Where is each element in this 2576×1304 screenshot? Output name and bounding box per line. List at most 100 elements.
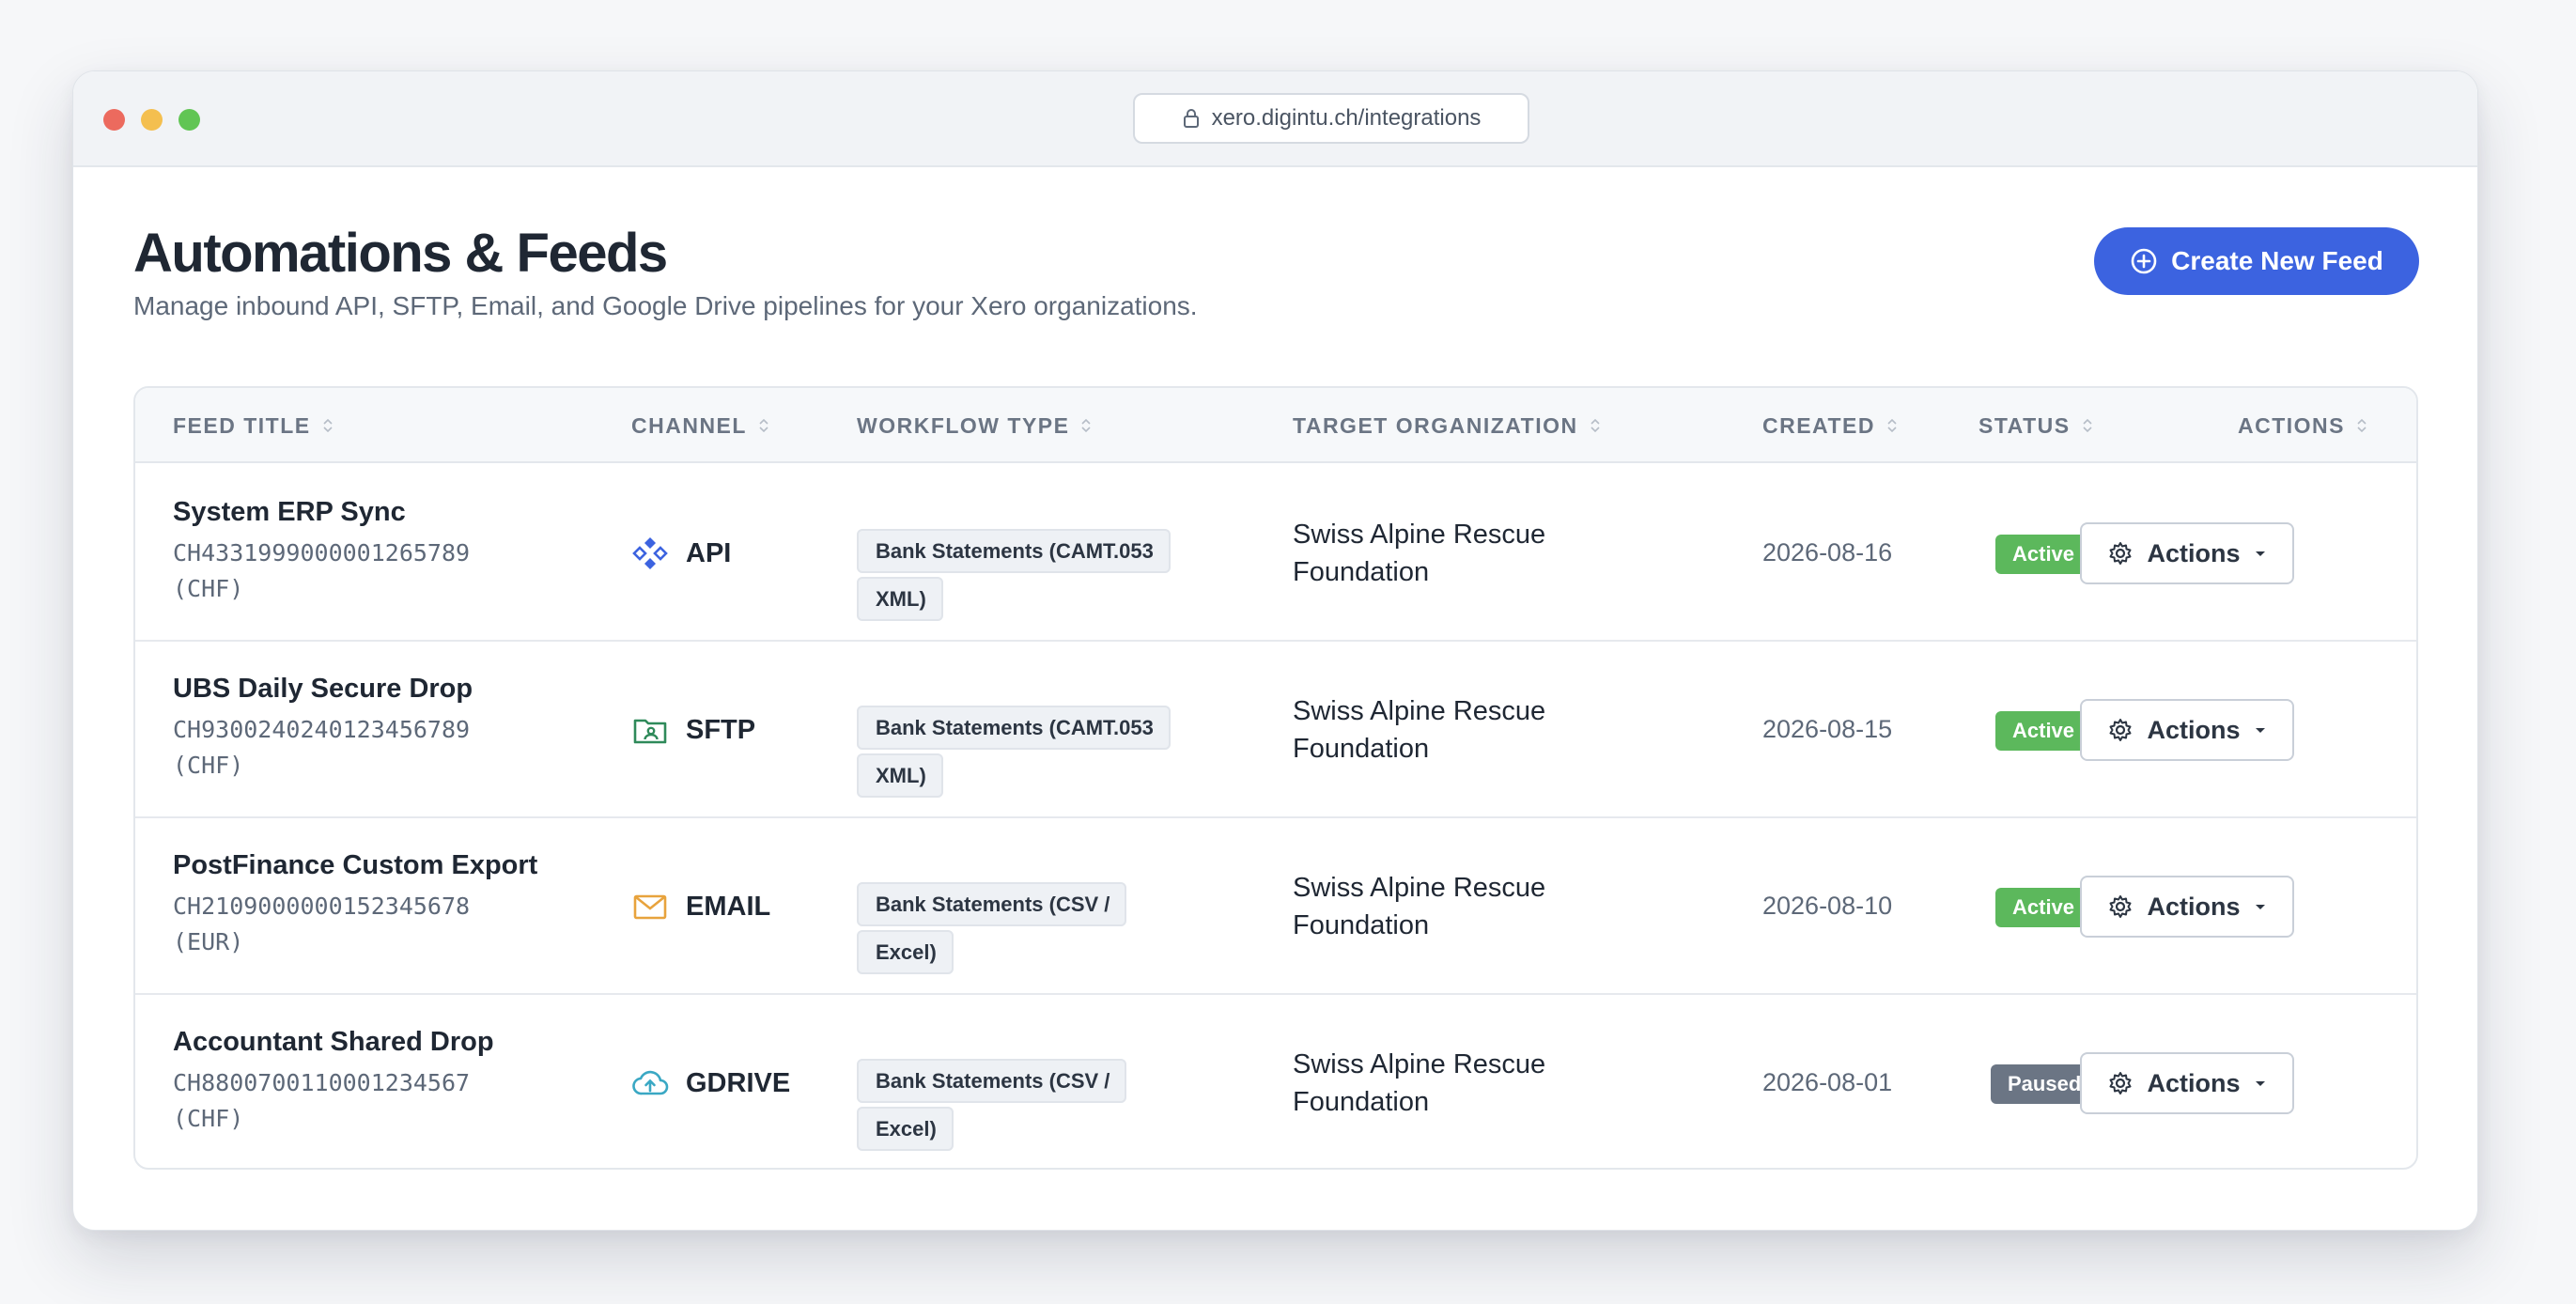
gear-icon [2109, 542, 2132, 565]
page-title: Automations & Feeds [133, 223, 668, 284]
feed-account-number: CH4331999000001265789 [173, 539, 471, 567]
table-row: System ERP Sync CH4331999000001265789 (CHF… [135, 465, 2416, 642]
table-row: PostFinance Custom Export CH2109000000152… [135, 818, 2416, 995]
created-date: 2026-08-01 [1762, 1068, 1893, 1096]
th-status[interactable]: STATUS [1979, 388, 2093, 463]
folder-user-icon [633, 719, 667, 744]
actions-label: Actions [2147, 1068, 2241, 1097]
channel-cell: SFTP [631, 711, 755, 749]
api-icon [632, 537, 668, 569]
gear-icon [2109, 1072, 2132, 1094]
feed-account: CH2109000000152345678 (EUR) [173, 889, 530, 960]
sort-icon [1081, 418, 1092, 433]
sort-icon [2357, 418, 2367, 433]
column-label: STATUS [1979, 412, 2071, 438]
plus-circle-icon [2131, 248, 2157, 274]
channel-cell: GDRIVE [631, 1064, 790, 1102]
caret-down-icon [2255, 728, 2265, 733]
created-date: 2026-08-16 [1762, 538, 1893, 567]
th-target-organization[interactable]: TARGET ORGANIZATION [1293, 388, 1601, 463]
gear-icon [2109, 719, 2132, 741]
feed-title-cell: Accountant Shared Drop CH8800700110001234… [173, 1027, 530, 1137]
created-date: 2026-08-10 [1762, 892, 1893, 920]
table-row: Accountant Shared Drop CH8800700110001234… [135, 995, 2416, 1168]
address-bar[interactable]: xero.digintu.ch/integrations [1133, 93, 1529, 144]
caret-down-icon [2255, 905, 2265, 909]
th-actions[interactable]: ACTIONS [2238, 388, 2367, 463]
maximize-window-button[interactable] [178, 109, 200, 131]
status-cell: Active [1995, 888, 2092, 927]
feed-title-cell: UBS Daily Secure Drop CH93002402401234567… [173, 674, 530, 784]
feed-account: CH4331999000001265789 (CHF) [173, 536, 530, 607]
status-cell: Active [1995, 711, 2092, 751]
column-label: WORKFLOW TYPE [857, 412, 1070, 438]
column-label: FEED TITLE [173, 412, 311, 438]
th-workflow-type[interactable]: WORKFLOW TYPE [857, 388, 1092, 463]
target-organization: Swiss Alpine Rescue Foundation [1293, 520, 1546, 587]
th-channel[interactable]: CHANNEL [631, 388, 769, 463]
table-header: FEED TITLE CHANNEL WORKFLOW TYPE TARGET ORG… [135, 388, 2416, 463]
actions-cell: Actions [2080, 522, 2294, 584]
workflow-cell: Bank Statements (CAMT.053 XML) [857, 706, 1171, 801]
sort-icon [1887, 418, 1897, 433]
target-organization: Swiss Alpine Rescue Foundation [1293, 696, 1546, 764]
feed-title-cell: PostFinance Custom Export CH2109000000152… [173, 850, 537, 960]
feed-title[interactable]: PostFinance Custom Export [173, 850, 537, 881]
channel-cell: EMAIL [631, 888, 770, 925]
target-organization: Swiss Alpine Rescue Foundation [1293, 1049, 1546, 1117]
actions-cell: Actions [2080, 699, 2294, 761]
feed-title[interactable]: System ERP Sync [173, 497, 530, 528]
actions-label: Actions [2147, 715, 2241, 744]
caret-down-icon [2255, 551, 2265, 556]
status-badge: Active [1995, 711, 2092, 751]
actions-dropdown-button[interactable]: Actions [2080, 522, 2294, 584]
actions-cell: Actions [2080, 1052, 2294, 1114]
column-label: CREATED [1762, 412, 1875, 438]
feeds-table: FEED TITLE CHANNEL WORKFLOW TYPE TARGET ORG… [133, 386, 2418, 1170]
feed-title[interactable]: UBS Daily Secure Drop [173, 674, 530, 705]
status-badge: Active [1995, 888, 2092, 927]
th-created[interactable]: CREATED [1762, 388, 1898, 463]
feed-account: CH8800700110001234567 (CHF) [173, 1065, 530, 1137]
feed-account: CH9300240240123456789 (CHF) [173, 712, 530, 784]
sort-icon [759, 418, 768, 433]
channel-label: GDRIVE [686, 1067, 791, 1098]
sort-icon [2083, 418, 2092, 433]
th-feed-title[interactable]: FEED TITLE [173, 388, 334, 463]
workflow-cell: Bank Statements (CAMT.053 XML) [857, 529, 1171, 625]
workflow-type-tag: Bank Statements (CSV / Excel) [857, 882, 1127, 974]
actions-dropdown-button[interactable]: Actions [2080, 1052, 2294, 1114]
workflow-type-tag: Bank Statements (CAMT.053 XML) [857, 529, 1171, 621]
workflow-type-tag: Bank Statements (CAMT.053 XML) [857, 706, 1171, 798]
status-cell: Active [1995, 535, 2092, 574]
actions-label: Actions [2147, 538, 2241, 567]
envelope-icon [633, 894, 667, 920]
channel-label: EMAIL [686, 891, 771, 922]
column-label: TARGET ORGANIZATION [1293, 412, 1578, 438]
workflow-cell: Bank Statements (CSV / Excel) [857, 882, 1167, 978]
status-badge: Active [1995, 535, 2092, 574]
cloud-upload-icon [632, 1070, 669, 1095]
minimize-window-button[interactable] [141, 109, 163, 131]
channel-label: API [686, 537, 732, 568]
create-new-feed-label: Create New Feed [2171, 246, 2383, 275]
feed-account-number: CH9300240240123456789 [173, 716, 471, 743]
actions-dropdown-button[interactable]: Actions [2080, 876, 2294, 938]
feed-currency: (CHF) [173, 752, 244, 779]
feed-currency: (CHF) [173, 575, 244, 602]
gear-icon [2109, 895, 2132, 918]
workflow-type-tag: Bank Statements (CSV / Excel) [857, 1059, 1127, 1151]
feed-currency: (EUR) [173, 928, 244, 955]
feed-account-number: CH8800700110001234567 [173, 1069, 471, 1096]
feed-account-number: CH2109000000152345678 [173, 893, 471, 920]
feed-currency: (CHF) [173, 1105, 244, 1132]
close-window-button[interactable] [103, 109, 125, 131]
feed-title[interactable]: Accountant Shared Drop [173, 1027, 530, 1058]
created-date: 2026-08-15 [1762, 715, 1893, 743]
workflow-cell: Bank Statements (CSV / Excel) [857, 1059, 1167, 1155]
caret-down-icon [2255, 1081, 2265, 1086]
channel-cell: API [631, 535, 731, 572]
create-new-feed-button[interactable]: Create New Feed [2094, 227, 2419, 295]
column-label: ACTIONS [2238, 412, 2345, 438]
actions-dropdown-button[interactable]: Actions [2080, 699, 2294, 761]
